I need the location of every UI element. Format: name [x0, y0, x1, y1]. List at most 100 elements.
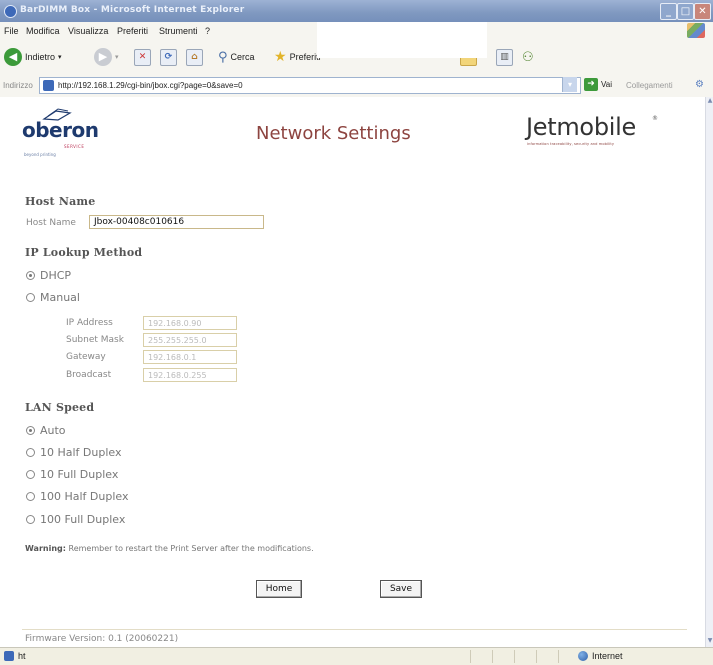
chevron-down-icon: ▾: [58, 54, 62, 61]
registered-mark: ®: [652, 115, 658, 122]
oberon-logo: oberon SERVICE beyond printing: [22, 107, 102, 157]
address-url: http://192.168.1.29/cgi-bin/jbox.cgi?pag…: [58, 81, 243, 90]
radio-auto[interactable]: Auto: [26, 424, 66, 437]
stop-icon: ✕: [134, 48, 151, 66]
status-divider: [470, 650, 471, 663]
oberon-service-label: SERVICE: [64, 144, 85, 149]
status-bar: ht Internet: [0, 647, 713, 665]
ip-lookup-heading: IP Lookup Method: [25, 246, 143, 259]
radio-auto-label: Auto: [40, 424, 66, 437]
warning-text: Remember to restart the Print Server aft…: [68, 544, 314, 553]
radio-100-half-label: 100 Half Duplex: [40, 490, 129, 503]
favorites-button[interactable]: ★ Preferiti: [274, 47, 321, 67]
menu-file[interactable]: File: [4, 26, 19, 36]
forward-button[interactable]: ▶ ▾: [94, 47, 119, 67]
menu-modifica[interactable]: Modifica: [26, 26, 60, 36]
radio-10-full-label: 10 Full Duplex: [40, 468, 119, 481]
status-divider: [492, 650, 493, 663]
radio-10-full[interactable]: 10 Full Duplex: [26, 468, 118, 481]
zone-label: Internet: [592, 651, 623, 661]
radio-button-icon: [26, 515, 35, 524]
warning-prefix: Warning:: [25, 544, 66, 553]
radio-manual[interactable]: Manual: [26, 291, 80, 304]
radio-100-half[interactable]: 100 Half Duplex: [26, 490, 129, 503]
refresh-button[interactable]: ⟳: [160, 47, 177, 67]
messenger-button[interactable]: ⚇: [522, 47, 534, 67]
warning-message: Warning: Remember to restart the Print S…: [25, 544, 314, 553]
menu-help[interactable]: ?: [205, 26, 210, 36]
host-name-heading: Host Name: [25, 195, 96, 208]
window-title: BarDIMM Box - Microsoft Internet Explore…: [20, 5, 245, 15]
footer-divider: [22, 629, 687, 630]
home-toolbar-button[interactable]: ⌂: [186, 47, 203, 67]
status-text: ht: [18, 651, 26, 661]
back-button[interactable]: ◀ Indietro ▾: [4, 47, 62, 67]
home-icon: ⌂: [186, 48, 203, 66]
ip-address-input[interactable]: 192.168.0.90: [143, 316, 237, 330]
save-button[interactable]: Save: [380, 580, 422, 598]
page-status-icon: [4, 651, 14, 661]
home-button[interactable]: Home: [256, 580, 302, 598]
menu-preferiti[interactable]: Preferiti: [117, 26, 148, 36]
status-divider: [514, 650, 515, 663]
page-icon: [43, 80, 54, 91]
go-button[interactable]: ➜ Vai: [584, 78, 612, 91]
radio-button-icon: [26, 492, 35, 501]
status-divider: [536, 650, 537, 663]
chevron-down-icon: ▾: [115, 54, 119, 61]
gateway-label: Gateway: [66, 352, 106, 362]
address-bar: Indirizzo http://192.168.1.29/cgi-bin/jb…: [0, 74, 713, 98]
page-content: oberon SERVICE beyond printing Network S…: [0, 97, 705, 647]
maximize-button[interactable]: □: [677, 3, 694, 20]
host-name-input[interactable]: Jbox-00408c010616: [89, 215, 264, 229]
links-icon[interactable]: ⚙: [695, 79, 704, 90]
vertical-scrollbar[interactable]: ▲ ▼: [705, 97, 713, 647]
ip-address-label: IP Address: [66, 318, 113, 328]
back-arrow-icon: ◀: [4, 48, 22, 66]
radio-100-full-label: 100 Full Duplex: [40, 513, 126, 526]
subnet-mask-label: Subnet Mask: [66, 335, 124, 345]
close-button[interactable]: ✕: [694, 3, 711, 20]
address-label: Indirizzo: [3, 81, 33, 90]
radio-10-half[interactable]: 10 Half Duplex: [26, 446, 122, 459]
stop-button[interactable]: ✕: [134, 47, 151, 67]
radio-button-icon: [26, 426, 35, 435]
broadcast-label: Broadcast: [66, 370, 112, 380]
lan-speed-heading: LAN Speed: [25, 401, 95, 414]
internet-explorer-icon: [4, 5, 17, 18]
broadcast-input[interactable]: 192.168.0.255: [143, 368, 237, 382]
page-title: Network Settings: [256, 123, 411, 144]
jetmobile-tagline: information traceability, security and m…: [527, 142, 615, 146]
scroll-down-icon[interactable]: ▼: [706, 637, 713, 647]
subnet-mask-input[interactable]: 255.255.255.0: [143, 333, 237, 347]
radio-manual-label: Manual: [40, 291, 80, 304]
radio-dhcp[interactable]: DHCP: [26, 269, 71, 282]
minimize-button[interactable]: _: [660, 3, 677, 20]
menu-visualizza[interactable]: Visualizza: [68, 26, 108, 36]
refresh-icon: ⟳: [160, 48, 177, 66]
host-name-label: Host Name: [26, 218, 76, 228]
firmware-version: Firmware Version: 0.1 (20060221): [25, 634, 179, 644]
oberon-tagline: beyond printing: [24, 152, 56, 157]
scroll-up-icon[interactable]: ▲: [706, 97, 713, 107]
search-button[interactable]: ⚲ Cerca: [218, 47, 255, 67]
menu-strumenti[interactable]: Strumenti: [159, 26, 198, 36]
radio-button-icon: [26, 293, 35, 302]
radio-100-full[interactable]: 100 Full Duplex: [26, 513, 125, 526]
people-icon: ⚇: [522, 49, 534, 65]
oberon-wordmark: oberon: [22, 118, 99, 142]
globe-icon: [578, 651, 588, 661]
address-dropdown-button[interactable]: ▾: [562, 77, 577, 92]
go-arrow-icon: ➜: [584, 78, 598, 91]
radio-button-icon: [26, 271, 35, 280]
links-label[interactable]: Collegamenti: [626, 81, 673, 90]
radio-button-icon: [26, 448, 35, 457]
address-input[interactable]: http://192.168.1.29/cgi-bin/jbox.cgi?pag…: [39, 77, 581, 94]
discuss-button[interactable]: ▥: [496, 47, 513, 67]
forward-arrow-icon: ▶: [94, 48, 112, 66]
star-icon: ★: [274, 49, 287, 65]
back-label: Indietro: [25, 52, 56, 62]
radio-dhcp-label: DHCP: [40, 269, 72, 282]
book-icon: ▥: [496, 48, 513, 66]
gateway-input[interactable]: 192.168.0.1: [143, 350, 237, 364]
